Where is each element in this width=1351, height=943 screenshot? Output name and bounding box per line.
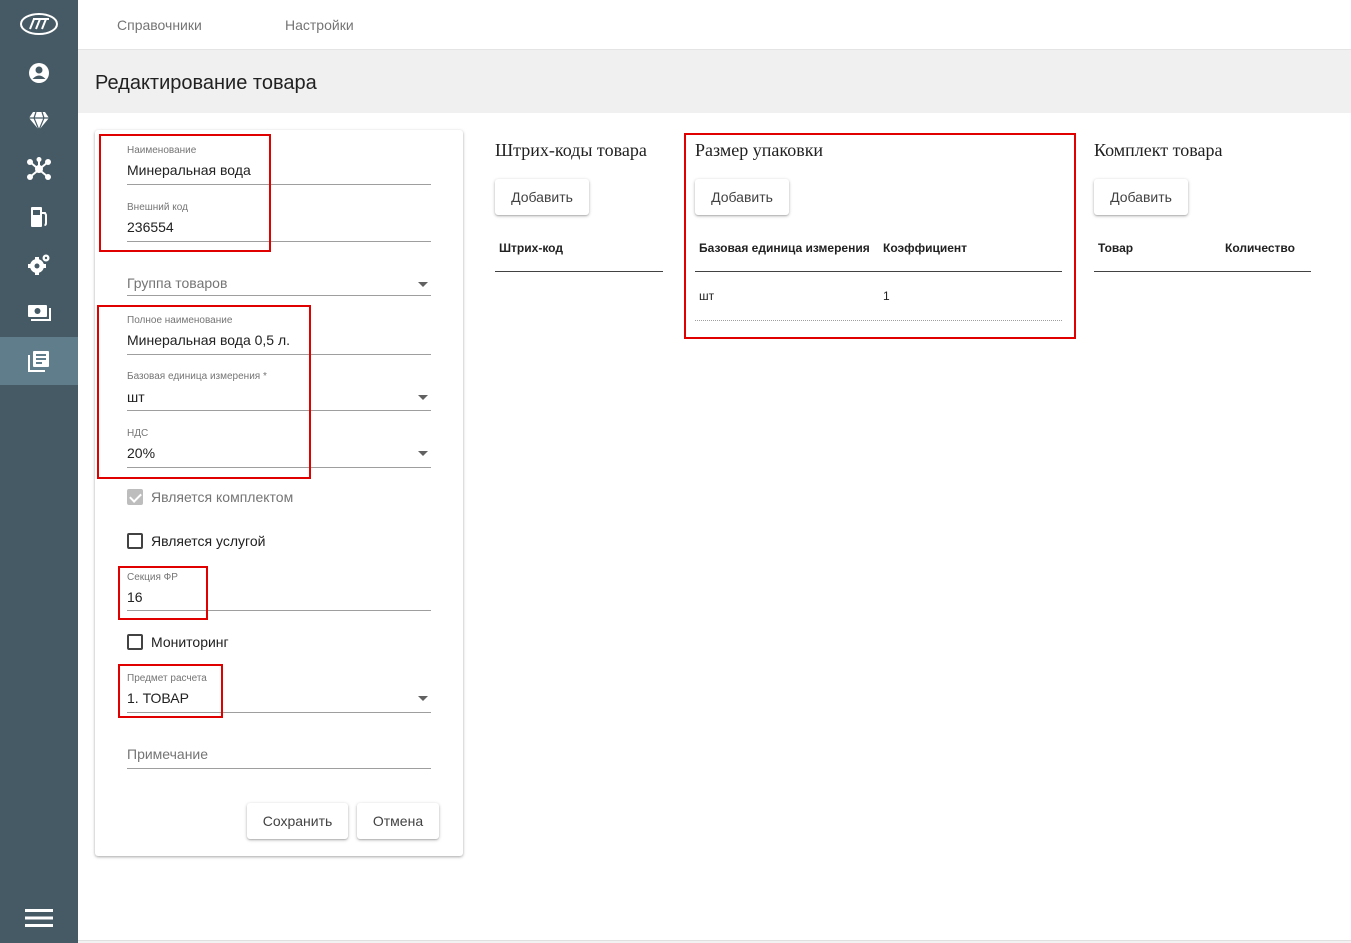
base-unit-column-header: Базовая единица измерения [699,241,870,255]
quantity-column-header: Количество [1225,241,1295,255]
is-service-checkbox[interactable] [127,533,143,549]
full-name-value: Минеральная вода 0,5 л. [127,332,291,348]
base-unit-value: шт [127,389,145,405]
barcode-column-header: Штрих-код [499,241,563,255]
payment-subject-select[interactable]: Предмет расчета 1. ТОВАР [127,673,431,713]
network-icon[interactable] [0,145,78,193]
external-code-field[interactable]: Внешний код 236554 [127,202,431,242]
vat-select[interactable]: НДС 20% [127,428,431,468]
is-service-label: Является услугой [151,533,266,549]
fr-section-label: Секция ФР [127,572,178,583]
fr-section-field[interactable]: Секция ФР 16 [127,572,431,611]
barcodes-table-divider [495,271,663,272]
logo-icon[interactable] [0,0,78,48]
add-barcode-button[interactable]: Добавить [495,179,589,215]
product-column-header: Товар [1098,241,1134,255]
monitoring-checkbox-row[interactable]: Мониторинг [127,632,229,652]
barcodes-title: Штрих-коды товара [495,140,647,160]
monitoring-checkbox[interactable] [127,634,143,650]
chevron-down-icon [418,395,428,400]
diamond-icon[interactable] [0,97,78,145]
cash-icon[interactable] [0,289,78,337]
is-service-checkbox-row[interactable]: Является услугой [127,531,265,551]
table-cell: шт [699,289,715,303]
top-navigation: Справочники Настройки [78,0,1351,50]
sidebar [0,0,78,943]
product-group-placeholder: Группа товаров [127,275,228,291]
nav-directories[interactable]: Справочники [117,17,202,33]
kit-table-divider [1094,271,1311,272]
add-packaging-button[interactable]: Добавить [695,179,789,215]
vat-value: 20% [127,445,156,461]
name-label: Наименование [127,145,197,156]
full-name-field[interactable]: Полное наименование Минеральная вода 0,5… [127,315,431,355]
external-code-label: Внешний код [127,202,188,213]
table-row-divider [695,320,1062,321]
payment-subject-value: 1. ТОВАР [127,690,189,706]
nav-settings[interactable]: Настройки [285,17,354,33]
fuel-pump-icon[interactable] [0,193,78,241]
catalog-icon[interactable] [0,337,78,385]
account-icon[interactable] [0,49,78,97]
table-cell: 1 [883,289,890,303]
external-code-value: 236554 [127,219,174,235]
page-title: Редактирование товара [95,72,317,94]
packaging-table-divider [695,271,1062,272]
chevron-down-icon [418,282,428,287]
payment-subject-label: Предмет расчета [127,673,207,684]
kit-title: Комплект товара [1094,140,1223,160]
add-kit-item-button[interactable]: Добавить [1094,179,1188,215]
monitoring-label: Мониторинг [151,634,229,650]
title-bar: Редактирование товара [78,50,1351,113]
vat-label: НДС [127,428,149,439]
note-placeholder: Примечание [127,746,209,762]
settings-icon[interactable] [0,241,78,289]
fr-section-value: 16 [127,589,143,605]
chevron-down-icon [418,451,428,456]
product-group-select[interactable]: Группа товаров [127,274,431,296]
name-field[interactable]: Наименование Минеральная вода [127,145,431,185]
note-field[interactable]: Примечание [127,745,431,769]
menu-icon[interactable] [0,894,78,942]
save-button[interactable]: Сохранить [247,803,348,839]
base-unit-select[interactable]: Базовая единица измерения * шт [127,371,431,411]
name-value: Минеральная вода [127,162,251,178]
base-unit-label: Базовая единица измерения * [127,371,267,382]
is-kit-label: Является комплектом [151,489,294,505]
is-kit-checkbox[interactable] [127,489,143,505]
coefficient-column-header: Коэффициент [883,241,968,255]
packaging-title: Размер упаковки [695,140,824,160]
cancel-button[interactable]: Отмена [357,803,439,839]
full-name-label: Полное наименование [127,315,233,326]
is-kit-checkbox-row[interactable]: Является комплектом [127,487,293,507]
chevron-down-icon [418,696,428,701]
